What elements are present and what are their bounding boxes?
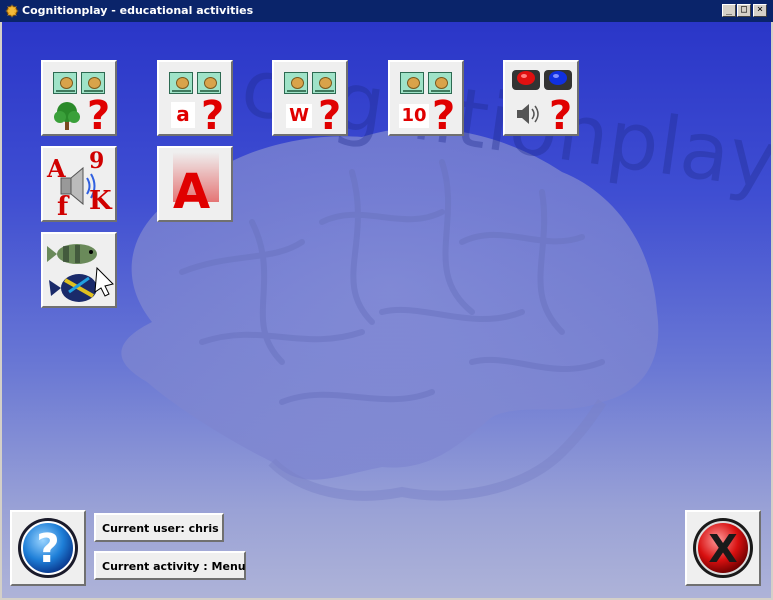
question-mark: ? xyxy=(201,93,225,139)
maximize-button[interactable]: □ xyxy=(737,4,751,17)
activity-letter-fade[interactable]: A xyxy=(157,146,233,222)
help-symbol: ? xyxy=(36,526,59,572)
number-label: 10 xyxy=(399,104,429,128)
help-icon: ? xyxy=(18,518,78,578)
help-button[interactable]: ? xyxy=(10,510,86,586)
question-mark: ? xyxy=(318,93,342,139)
activity-lowercase-letter[interactable]: a ? xyxy=(157,60,233,136)
letter-a-large: A xyxy=(173,164,211,220)
question-mark: ? xyxy=(549,93,573,139)
exit-symbol: X xyxy=(708,527,737,571)
card-icon xyxy=(400,72,424,94)
card-icon xyxy=(284,72,308,94)
close-button[interactable]: × xyxy=(753,4,767,17)
letter-f: f xyxy=(57,192,69,222)
letter-label: W xyxy=(286,104,312,128)
letter-k: K xyxy=(89,186,112,216)
letter-label: a xyxy=(171,102,195,128)
activity-number-match[interactable]: 10 ? xyxy=(388,60,464,136)
activity-letters-sound[interactable]: A 9 f K xyxy=(41,146,117,222)
activity-sound-match[interactable]: ? xyxy=(503,60,579,136)
main-area: cognitionplay ? a ? W ? xyxy=(2,22,771,598)
card-icon xyxy=(169,72,193,94)
exit-button[interactable]: X xyxy=(685,510,761,586)
card-icon xyxy=(197,72,221,94)
card-icon xyxy=(312,72,336,94)
title-bar[interactable]: Cognitionplay - educational activities _… xyxy=(0,0,773,22)
activity-fish-click[interactable] xyxy=(41,232,117,308)
card-icon xyxy=(428,72,452,94)
activity-uppercase-letter[interactable]: W ? xyxy=(272,60,348,136)
app-window: Cognitionplay - educational activities _… xyxy=(0,0,773,600)
letter-9: 9 xyxy=(89,148,105,174)
current-user-label: Current user: chris xyxy=(94,513,224,542)
question-mark: ? xyxy=(87,93,111,139)
window-title: Cognitionplay - educational activities xyxy=(22,4,254,17)
app-logo-icon xyxy=(5,4,19,18)
exit-icon: X xyxy=(693,518,753,578)
minimize-button[interactable]: _ xyxy=(722,4,736,17)
current-activity-label: Current activity : Menu xyxy=(94,551,246,580)
fish-icon xyxy=(47,244,114,302)
question-mark: ? xyxy=(432,93,456,139)
letter-a: A xyxy=(47,154,66,183)
activity-picture-match[interactable]: ? xyxy=(41,60,117,136)
